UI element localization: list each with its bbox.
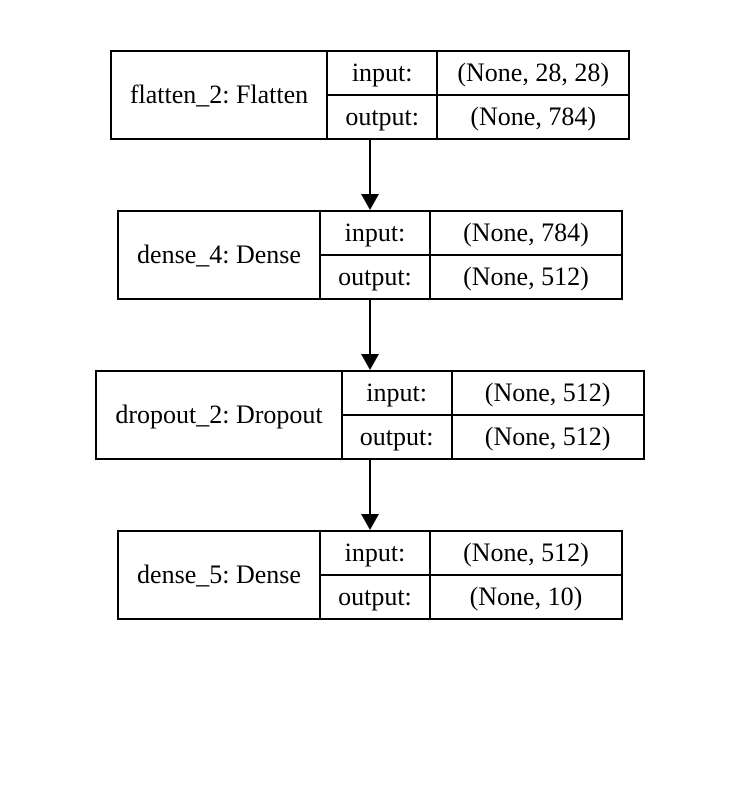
input-shape: (None, 512) xyxy=(453,372,643,414)
arrow-icon xyxy=(361,460,379,530)
output-label: output: xyxy=(321,576,431,618)
layer-io: input: (None, 512) output: (None, 512) xyxy=(343,372,643,458)
layer-node-dense-5: dense_5: Dense input: (None, 512) output… xyxy=(117,530,623,620)
layer-output-row: output: (None, 784) xyxy=(328,96,628,138)
model-diagram: flatten_2: Flatten input: (None, 28, 28)… xyxy=(60,50,680,620)
input-label: input: xyxy=(328,52,438,94)
arrow-icon xyxy=(361,140,379,210)
output-label: output: xyxy=(328,96,438,138)
layer-name: dense_5: Dense xyxy=(119,532,321,618)
layer-input-row: input: (None, 28, 28) xyxy=(328,52,628,96)
output-shape: (None, 10) xyxy=(431,576,621,618)
layer-name: flatten_2: Flatten xyxy=(112,52,328,138)
layer-input-row: input: (None, 512) xyxy=(321,532,621,576)
output-label: output: xyxy=(343,416,453,458)
layer-io: input: (None, 512) output: (None, 10) xyxy=(321,532,621,618)
layer-input-row: input: (None, 512) xyxy=(343,372,643,416)
layer-name: dense_4: Dense xyxy=(119,212,321,298)
arrow-icon xyxy=(361,300,379,370)
layer-name: dropout_2: Dropout xyxy=(97,372,342,458)
layer-input-row: input: (None, 784) xyxy=(321,212,621,256)
input-label: input: xyxy=(321,532,431,574)
input-shape: (None, 784) xyxy=(431,212,621,254)
input-label: input: xyxy=(321,212,431,254)
output-label: output: xyxy=(321,256,431,298)
layer-io: input: (None, 784) output: (None, 512) xyxy=(321,212,621,298)
layer-output-row: output: (None, 512) xyxy=(343,416,643,458)
layer-node-dense-4: dense_4: Dense input: (None, 784) output… xyxy=(117,210,623,300)
layer-node-flatten: flatten_2: Flatten input: (None, 28, 28)… xyxy=(110,50,630,140)
output-shape: (None, 512) xyxy=(453,416,643,458)
input-label: input: xyxy=(343,372,453,414)
layer-output-row: output: (None, 10) xyxy=(321,576,621,618)
input-shape: (None, 28, 28) xyxy=(438,52,628,94)
layer-node-dropout: dropout_2: Dropout input: (None, 512) ou… xyxy=(95,370,644,460)
output-shape: (None, 784) xyxy=(438,96,628,138)
output-shape: (None, 512) xyxy=(431,256,621,298)
layer-output-row: output: (None, 512) xyxy=(321,256,621,298)
layer-io: input: (None, 28, 28) output: (None, 784… xyxy=(328,52,628,138)
input-shape: (None, 512) xyxy=(431,532,621,574)
